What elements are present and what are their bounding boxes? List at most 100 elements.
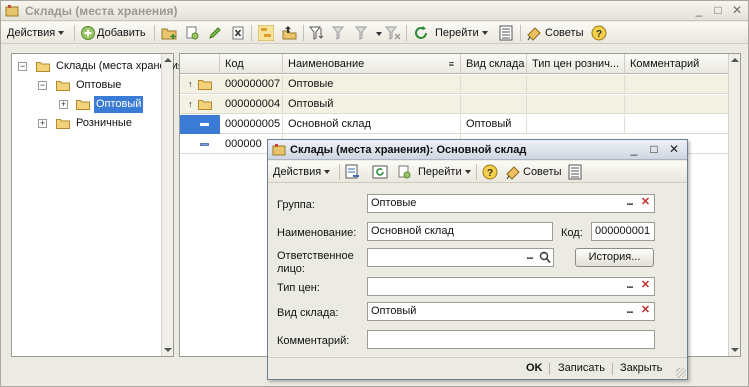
dialog-goto-menu[interactable]: Перейти xyxy=(418,164,471,180)
tree-item-wholesale-group[interactable]: − Оптовые xyxy=(12,77,162,94)
clear-filter-icon[interactable] xyxy=(385,25,401,41)
dialog-actions-menu[interactable]: Действия xyxy=(273,164,331,180)
expand-icon[interactable]: + xyxy=(59,100,68,109)
group-select-button[interactable]: ... xyxy=(623,196,636,211)
edit-icon[interactable] xyxy=(207,25,223,41)
price-type-label: Тип цен: xyxy=(277,282,320,294)
group-label: Группа: xyxy=(277,199,315,211)
copy-icon[interactable] xyxy=(184,25,200,41)
price-type-field[interactable]: ... ✕ xyxy=(367,277,655,296)
add-icon[interactable] xyxy=(80,25,96,41)
cell-code: 000000004 xyxy=(220,95,283,114)
delete-mark-icon[interactable] xyxy=(230,25,246,41)
window-title: Склады (места хранения) xyxy=(25,4,178,18)
column-header-name[interactable]: Наименование ≡ xyxy=(283,54,461,74)
table-row-selected[interactable]: 000000005 Основной склад Оптовый xyxy=(180,115,740,134)
item-icon xyxy=(200,123,209,126)
goto-menu[interactable]: Перейти xyxy=(435,25,488,41)
cell-code: 000000005 xyxy=(220,115,283,134)
dialog-help-icon[interactable]: ? xyxy=(482,164,498,180)
reread-icon[interactable] xyxy=(372,164,388,180)
code-label: Код: xyxy=(561,227,583,239)
kind-field-value: Оптовый xyxy=(371,305,417,317)
resize-grip[interactable] xyxy=(676,368,686,378)
svg-text:?: ? xyxy=(487,168,493,179)
table-row[interactable]: ↑ 000000004 Оптовый xyxy=(180,95,740,114)
hierarchy-mode-icon[interactable] xyxy=(258,25,274,41)
filter-by-value-icon[interactable] xyxy=(332,25,348,41)
tree-item-label: Оптовые xyxy=(76,79,122,91)
cell-kind: Оптовый xyxy=(461,115,527,134)
table-row[interactable]: ↑ 000000007 Оптовые xyxy=(180,75,740,94)
ok-button[interactable]: OK xyxy=(526,362,543,374)
cell-price-type xyxy=(527,75,625,94)
folder-icon xyxy=(76,100,90,110)
tree-item-wholesale[interactable]: + Оптовый xyxy=(12,96,162,113)
column-header-price-type[interactable]: Тип цен рознич... xyxy=(527,54,625,74)
tree-item-retail[interactable]: + Розничные xyxy=(12,115,162,132)
dialog-tips-icon[interactable] xyxy=(505,164,521,180)
filter-icon[interactable] xyxy=(309,25,325,41)
expand-icon[interactable]: + xyxy=(38,119,47,128)
comment-field[interactable] xyxy=(367,330,655,349)
responsible-label: Ответственное xyxy=(277,250,354,262)
save-close-icon[interactable] xyxy=(344,164,360,180)
tips-button[interactable]: Советы xyxy=(545,25,583,41)
folder-icon xyxy=(198,80,212,90)
column-header-code[interactable]: Код xyxy=(220,54,283,74)
minimize-button[interactable]: _ xyxy=(691,3,707,18)
add-folder-icon[interactable] xyxy=(161,25,177,41)
refresh-icon[interactable] xyxy=(413,25,429,41)
table-vertical-scrollbar[interactable] xyxy=(728,54,740,356)
dialog-minimize-button[interactable]: _ xyxy=(626,142,642,157)
column-header-comment[interactable]: Комментарий xyxy=(625,54,740,74)
catalog-icon xyxy=(272,144,286,156)
form-settings-icon[interactable] xyxy=(567,164,583,180)
tree-item-root[interactable]: − Склады (места хранения) xyxy=(12,58,188,75)
dialog-title-bar[interactable]: Склады (места хранения): Основной склад … xyxy=(268,140,687,160)
code-field[interactable]: 000000001 xyxy=(591,222,655,241)
dialog-close-button[interactable]: ✕ xyxy=(666,142,682,157)
search-icon[interactable] xyxy=(539,251,551,264)
tree-vertical-scrollbar[interactable] xyxy=(161,54,173,356)
level-up-icon[interactable] xyxy=(281,25,297,41)
column-header-kind[interactable]: Вид склада xyxy=(461,54,527,74)
history-button[interactable]: История... xyxy=(575,248,654,267)
list-settings-icon[interactable] xyxy=(498,25,514,41)
responsible-select-button[interactable]: ... xyxy=(523,250,536,265)
price-type-select-button[interactable]: ... xyxy=(623,279,636,294)
close-button[interactable]: ✕ xyxy=(729,3,745,18)
tips-icon[interactable] xyxy=(526,25,542,41)
cell-name: Оптовые xyxy=(283,75,461,94)
dialog-toolbar: Действия Перейти ? Советы xyxy=(268,161,687,183)
group-tree[interactable]: − Склады (места хранения) − Оптовые + Оп… xyxy=(11,53,188,357)
name-field[interactable]: Основной склад xyxy=(367,222,553,241)
kind-select-button[interactable]: ... xyxy=(623,304,636,319)
cell-code: 000000007 xyxy=(220,75,283,94)
group-field[interactable]: Оптовые ... ✕ xyxy=(367,194,655,213)
maximize-button[interactable]: □ xyxy=(710,3,726,18)
responsible-field[interactable]: ... xyxy=(367,248,554,267)
kind-clear-button[interactable]: ✕ xyxy=(639,304,652,319)
cell-comment xyxy=(625,115,740,134)
kind-field[interactable]: Оптовый ... ✕ xyxy=(367,302,655,321)
main-title-bar: Склады (места хранения) _ □ ✕ xyxy=(1,1,748,21)
cell-kind xyxy=(461,95,527,114)
main-toolbar: Действия Добавить Перейти Советы ? xyxy=(1,22,748,44)
collapse-icon[interactable]: − xyxy=(38,81,47,90)
help-icon[interactable]: ? xyxy=(591,25,607,41)
close-dialog-button[interactable]: Закрыть xyxy=(620,362,662,374)
group-field-value: Оптовые xyxy=(371,197,417,209)
dialog-maximize-button[interactable]: □ xyxy=(646,142,662,157)
save-button[interactable]: Записать xyxy=(558,362,605,374)
price-type-clear-button[interactable]: ✕ xyxy=(639,279,652,294)
item-edit-dialog: Склады (места хранения): Основной склад … xyxy=(267,139,688,380)
add-button[interactable]: Добавить xyxy=(97,25,146,41)
dialog-tips-button[interactable]: Советы xyxy=(523,164,561,180)
filter-history-icon[interactable] xyxy=(355,25,371,41)
actions-menu[interactable]: Действия xyxy=(7,25,65,41)
copy-item-icon[interactable] xyxy=(396,164,412,180)
group-clear-button[interactable]: ✕ xyxy=(639,196,652,211)
column-header-mark xyxy=(180,54,220,74)
collapse-icon[interactable]: − xyxy=(18,62,27,71)
